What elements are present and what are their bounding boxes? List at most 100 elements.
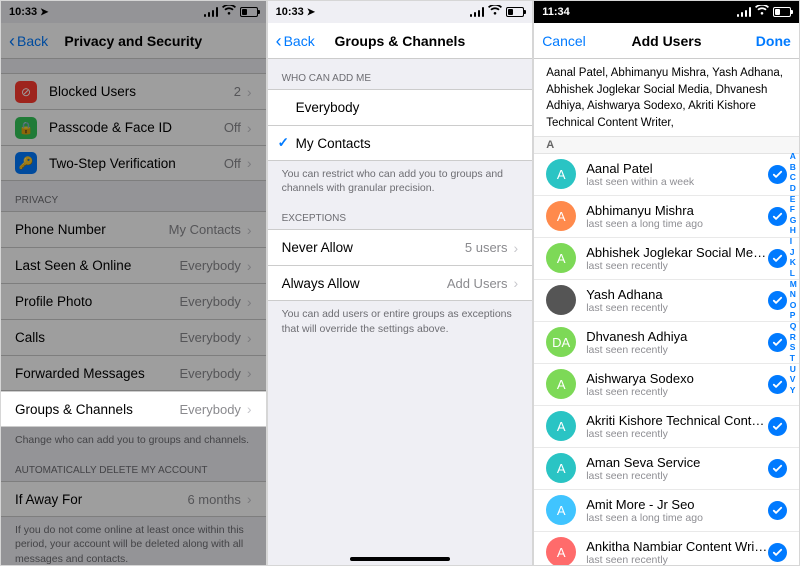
avatar: DA — [546, 327, 576, 357]
contact-name: Dhvanesh Adhiya — [586, 329, 768, 344]
index-letter[interactable]: L — [790, 268, 797, 279]
status-bar: 10:33 ➤ — [268, 1, 533, 23]
contact-name: Abhimanyu Mishra — [586, 203, 768, 218]
selected-checkmark-icon — [768, 375, 787, 394]
exception-row[interactable]: Never Allow 5 users › — [268, 229, 533, 265]
index-letter[interactable]: G — [790, 215, 797, 226]
selected-checkmark-icon — [768, 291, 787, 310]
contact-status: last seen recently — [586, 344, 768, 356]
avatar: A — [546, 495, 576, 525]
groups-channels-row[interactable]: Groups & Channels Everybody › — [1, 391, 266, 427]
privacy-row[interactable]: Phone Number My Contacts › — [1, 211, 266, 247]
section-index-letter: A — [534, 137, 799, 154]
who-can-add-option[interactable]: ✓ My Contacts — [268, 125, 533, 161]
wifi-icon — [222, 5, 236, 19]
battery-icon — [773, 7, 791, 17]
index-letter[interactable]: P — [790, 310, 797, 321]
chevron-right-icon: › — [514, 278, 519, 288]
index-letter[interactable]: H — [790, 225, 797, 236]
privacy-row[interactable]: Forwarded Messages Everybody › — [1, 355, 266, 391]
avatar: A — [546, 243, 576, 273]
contact-row[interactable]: Yash Adhana last seen recently — [534, 280, 799, 322]
contact-row[interactable]: A Abhimanyu Mishra last seen a long time… — [534, 196, 799, 238]
settings-row[interactable]: 🔑 Two-Step Verification Off › — [1, 145, 266, 181]
index-letter[interactable]: R — [790, 332, 797, 343]
chevron-right-icon: › — [247, 123, 252, 133]
index-letter[interactable]: A — [790, 151, 797, 162]
contact-status: last seen a long time ago — [586, 512, 768, 524]
index-letter[interactable]: S — [790, 342, 797, 353]
add-users-screen: 11:34 Cancel Add Users Done Aanal Patel,… — [533, 0, 800, 566]
page-title: Privacy and Security — [9, 33, 258, 49]
location-icon: ➤ — [307, 7, 315, 18]
privacy-row[interactable]: Last Seen & Online Everybody › — [1, 247, 266, 283]
done-button[interactable]: Done — [736, 33, 791, 49]
battery-icon — [506, 7, 524, 17]
contact-row[interactable]: A Aman Seva Service last seen recently — [534, 448, 799, 490]
home-indicator[interactable] — [350, 557, 450, 561]
contact-row[interactable]: A Aishwarya Sodexo last seen recently — [534, 364, 799, 406]
index-letter[interactable]: V — [790, 374, 797, 385]
privacy-row[interactable]: Profile Photo Everybody › — [1, 283, 266, 319]
wifi-icon — [755, 5, 769, 19]
settings-row[interactable]: ⊘ Blocked Users 2 › — [1, 73, 266, 109]
selected-users-field[interactable]: Aanal Patel, Abhimanyu Mishra, Yash Adha… — [534, 59, 799, 137]
section-header-auto-delete: Automatically delete my account — [1, 451, 266, 481]
selected-checkmark-icon — [768, 459, 787, 478]
nav-bar: ‹Back Groups & Channels — [268, 23, 533, 59]
contact-row[interactable]: A Amit More - Jr Seo last seen a long ti… — [534, 490, 799, 532]
alphabet-index[interactable]: ABCDEFGHIJKLMNOPQRSTUVY — [790, 151, 797, 395]
index-letter[interactable]: Y — [790, 385, 797, 396]
avatar: A — [546, 201, 576, 231]
chevron-right-icon: › — [247, 87, 252, 97]
contact-row[interactable]: DA Dhvanesh Adhiya last seen recently — [534, 322, 799, 364]
page-title: Add Users — [631, 33, 701, 49]
contact-row[interactable]: A Akriti Kishore Technical Conten… last … — [534, 406, 799, 448]
index-letter[interactable]: I — [790, 236, 797, 247]
selected-checkmark-icon — [768, 543, 787, 562]
index-letter[interactable]: K — [790, 257, 797, 268]
who-can-add-option[interactable]: Everybody — [268, 89, 533, 125]
index-letter[interactable]: Q — [790, 321, 797, 332]
selected-checkmark-icon — [768, 165, 787, 184]
chevron-right-icon: › — [247, 368, 252, 378]
status-bar: 11:34 — [534, 1, 799, 23]
chevron-right-icon: › — [247, 297, 252, 307]
privacy-row[interactable]: Calls Everybody › — [1, 319, 266, 355]
avatar: A — [546, 159, 576, 189]
avatar: A — [546, 537, 576, 566]
index-letter[interactable]: E — [790, 194, 797, 205]
privacy-settings-group: Phone Number My Contacts ›Last Seen & On… — [1, 211, 266, 391]
cancel-button[interactable]: Cancel — [542, 33, 597, 49]
contact-row[interactable]: A Aanal Patel last seen within a week — [534, 154, 799, 196]
selected-checkmark-icon — [768, 501, 787, 520]
index-letter[interactable]: J — [790, 247, 797, 258]
contact-name: Akriti Kishore Technical Conten… — [586, 413, 768, 428]
index-letter[interactable]: O — [790, 300, 797, 311]
settings-row[interactable]: 🔒 Passcode & Face ID Off › — [1, 109, 266, 145]
index-letter[interactable]: U — [790, 364, 797, 375]
signal-icon — [470, 7, 484, 17]
contact-name: Ankitha Nambiar Content Writer — [586, 539, 768, 554]
status-time: 10:33 — [276, 6, 304, 18]
contacts-list[interactable]: A Aanal Patel last seen within a week A … — [534, 154, 799, 566]
index-letter[interactable]: C — [790, 172, 797, 183]
if-away-for-row[interactable]: If Away For 6 months › — [1, 481, 266, 517]
index-letter[interactable]: B — [790, 162, 797, 173]
groups-channels-screen: 10:33 ➤ ‹Back Groups & Channels Who can … — [267, 0, 534, 566]
index-letter[interactable]: F — [790, 204, 797, 215]
contact-row[interactable]: A Ankitha Nambiar Content Writer last se… — [534, 532, 799, 566]
chevron-right-icon: › — [247, 158, 252, 168]
settings-icon: 🔑 — [15, 152, 37, 174]
index-letter[interactable]: M — [790, 279, 797, 290]
contact-status: last seen recently — [586, 302, 768, 314]
status-time: 10:33 — [9, 6, 37, 18]
battery-icon — [240, 7, 258, 17]
index-letter[interactable]: D — [790, 183, 797, 194]
settings-icon: 🔒 — [15, 117, 37, 139]
exception-row[interactable]: Always Allow Add Users › — [268, 265, 533, 301]
contact-row[interactable]: A Abhishek Joglekar Social Media last se… — [534, 238, 799, 280]
contact-name: Yash Adhana — [586, 287, 768, 302]
index-letter[interactable]: T — [790, 353, 797, 364]
index-letter[interactable]: N — [790, 289, 797, 300]
